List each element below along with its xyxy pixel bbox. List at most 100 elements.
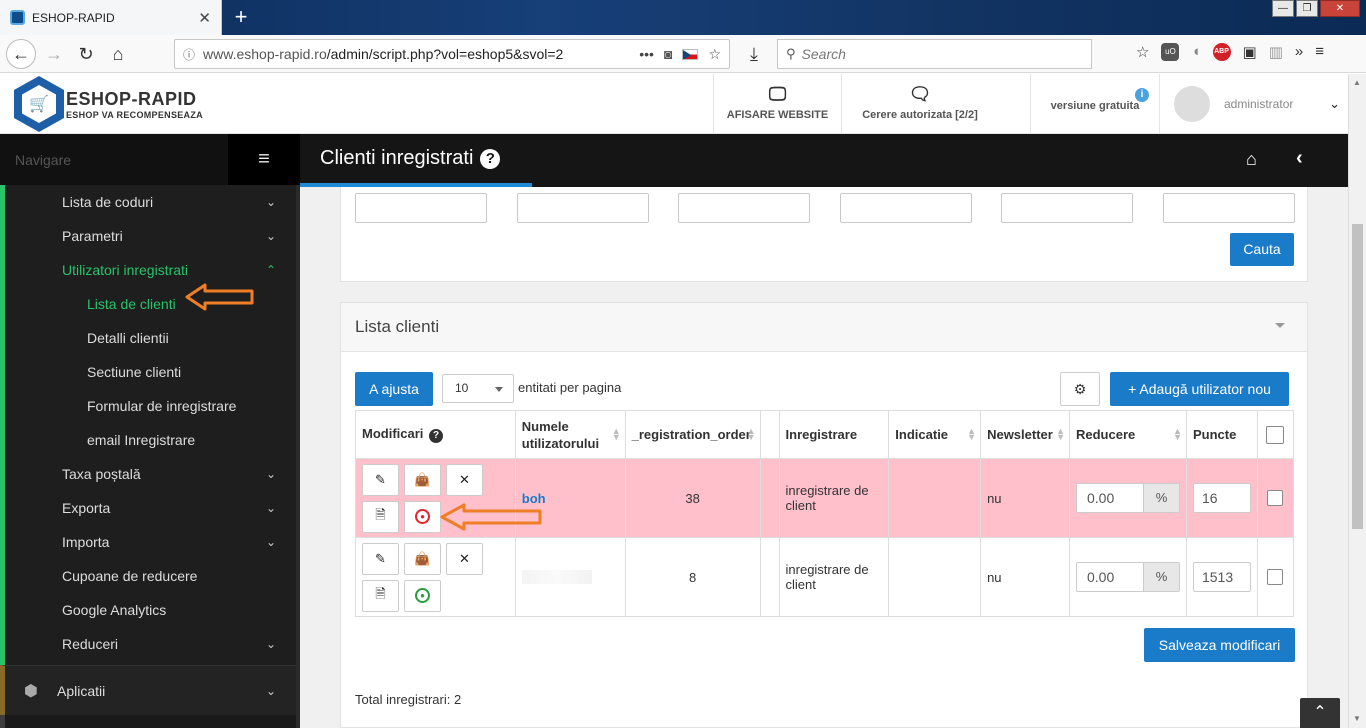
sidebar-item-label: Aplicatii — [57, 682, 106, 699]
filter-input[interactable] — [355, 193, 487, 223]
minimize-window-button[interactable]: — — [1272, 0, 1294, 17]
help-icon[interactable]: ? — [429, 428, 444, 443]
filter-input[interactable] — [840, 193, 972, 223]
shopping-bag-icon[interactable]: 👜 — [404, 463, 441, 496]
menu-icon[interactable]: ≡ — [1315, 43, 1324, 61]
forward-button[interactable]: → — [40, 41, 68, 67]
help-icon[interactable]: ? — [480, 148, 501, 169]
bookmark-star-icon[interactable]: ☆ — [708, 46, 721, 63]
chevron-down-icon — [495, 387, 503, 392]
address-bar[interactable]: ⓘ www.eshop-rapid.ro/admin/script.php?vo… — [174, 39, 730, 69]
bookmarks-star-icon[interactable]: ☆ — [1136, 43, 1149, 61]
sidebar-item-discounts[interactable]: Reduceri ⌄ — [5, 627, 296, 661]
add-user-button[interactable]: + Adaugă utilizator nou — [1110, 372, 1289, 406]
sidebar-subitem-registration-email[interactable]: email Inregistrare — [5, 423, 296, 457]
user-status-icon[interactable]: ● — [404, 500, 441, 533]
scroll-to-top-button[interactable]: ⌃ — [1300, 698, 1340, 728]
column-header[interactable]: Inregistrare — [778, 410, 890, 459]
cubes-icon: ⬢ — [24, 682, 38, 700]
sidebar-subitem-registration-form[interactable]: Formular de inregistrare — [5, 389, 296, 423]
page-title: Clienti inregistrati — [320, 147, 474, 169]
filter-input[interactable] — [678, 193, 810, 223]
document-icon[interactable]: 🗎 — [362, 500, 399, 533]
close-tab-icon[interactable]: ✕ — [198, 9, 211, 27]
reload-button[interactable]: ↻ — [72, 41, 100, 67]
column-header[interactable] — [759, 410, 780, 459]
filter-input[interactable] — [1163, 193, 1295, 223]
scroll-down-icon[interactable]: ▼ — [1353, 714, 1361, 723]
sidebar-item-google-analytics[interactable]: Google Analytics — [5, 593, 296, 627]
search-input[interactable]: ⚲ Search — [777, 39, 1092, 69]
edit-pencil-icon[interactable]: ✎ — [362, 463, 399, 496]
collapse-caret-icon[interactable] — [1275, 323, 1285, 328]
home-icon[interactable]: ⌂ — [1246, 149, 1257, 170]
downloads-icon[interactable]: ⤓ — [740, 41, 768, 67]
row-checkbox[interactable] — [1267, 569, 1284, 585]
search-button[interactable]: Cauta — [1230, 233, 1294, 266]
browser-tab[interactable]: ESHOP-RAPID ✕ — [0, 0, 222, 35]
edit-pencil-icon[interactable]: ✎ — [362, 542, 399, 575]
column-header[interactable]: Numele utilizatorului ▲ ▼ — [514, 410, 626, 459]
sidebar-item-applications[interactable]: ⬢ Aplicatii ⌄ — [0, 665, 296, 715]
delete-x-icon[interactable]: ✕ — [446, 463, 483, 496]
sidebar-item-export[interactable]: Exporta ⌄ — [5, 491, 296, 525]
scroll-up-icon[interactable]: ▲ — [1353, 78, 1361, 87]
sidebar-item-postal-fee[interactable]: Taxa poștală ⌄ — [5, 457, 296, 491]
column-header[interactable]: Modificari ? — [355, 410, 516, 459]
settings-gears-icon[interactable]: ⚙ — [1060, 372, 1100, 406]
library-icon[interactable]: ▥ — [1269, 43, 1283, 61]
sidebar-item-codes[interactable]: Lista de coduri ⌄ — [5, 185, 296, 219]
language-flag-icon[interactable] — [682, 48, 699, 60]
document-icon[interactable]: 🗎 — [362, 579, 399, 612]
logo[interactable]: 🛒 ESHOP-RAPID ESHOP VA RECOMPENSEAZA — [14, 76, 203, 132]
column-header[interactable]: Reducere ▲ ▼ — [1068, 410, 1187, 459]
page-scrollbar[interactable]: ▲ ▼ — [1348, 74, 1366, 728]
home-button[interactable]: ⌂ — [104, 41, 132, 67]
pocket-icon[interactable]: ◙ — [664, 46, 672, 62]
ublock-icon[interactable]: uO — [1161, 43, 1180, 61]
user-menu[interactable]: administrator ⌄ — [1159, 74, 1366, 133]
view-website-button[interactable]: 🖵 AFISARE WEBSITE — [713, 74, 841, 133]
per-page-select[interactable]: 10 — [442, 374, 514, 403]
scrollbar-thumb[interactable] — [1352, 224, 1363, 529]
points-input[interactable]: 1513 — [1192, 562, 1251, 592]
page-actions-icon[interactable]: ••• — [639, 46, 654, 62]
sidebar-subitem-client-details[interactable]: Detalli clientii — [5, 321, 296, 355]
discount-input[interactable]: 0.00% — [1075, 483, 1180, 513]
discount-input[interactable]: 0.00% — [1075, 562, 1180, 592]
version-badge[interactable]: i versiune gratuita — [1030, 74, 1159, 133]
username-cell[interactable] — [514, 537, 626, 617]
user-status-icon[interactable]: ● — [404, 579, 441, 612]
overflow-icon[interactable]: » — [1295, 43, 1303, 61]
adjust-button[interactable]: A ajusta — [355, 372, 433, 406]
indication-cell — [888, 458, 982, 538]
column-header[interactable]: Newsletter ▲ ▼ — [980, 410, 1070, 459]
shopping-bag-icon[interactable]: 👜 — [404, 542, 441, 575]
column-header[interactable]: Puncte — [1185, 410, 1258, 459]
save-changes-button[interactable]: Salveaza modificari — [1144, 628, 1295, 662]
requests-button[interactable]: 🗨 Cerere autorizata [2/2] — [841, 74, 998, 133]
delete-x-icon[interactable]: ✕ — [446, 542, 483, 575]
sidebar-item-import[interactable]: Importa ⌄ — [5, 525, 296, 559]
row-checkbox[interactable] — [1267, 490, 1284, 506]
column-header[interactable]: _registration_order ▲ ▼ — [624, 410, 761, 459]
filter-input[interactable] — [517, 193, 649, 223]
back-chevron-icon[interactable]: ‹ — [1296, 147, 1303, 170]
sidebar-icon[interactable]: ▣ — [1243, 43, 1257, 61]
column-header[interactable]: Indicatie ▲ ▼ — [888, 410, 982, 459]
hamburger-menu-icon[interactable]: ≡ — [228, 134, 300, 185]
sidebar-item-coupons[interactable]: Cupoane de reducere — [5, 559, 296, 593]
select-all-header — [1256, 410, 1295, 459]
sidebar-subitem-client-section[interactable]: Sectiune clienti — [5, 355, 296, 389]
filter-input[interactable] — [1001, 193, 1133, 223]
close-window-button[interactable]: ✕ — [1320, 0, 1360, 17]
select-all-checkbox[interactable] — [1266, 425, 1285, 444]
shield-icon[interactable]: ◖ — [1191, 43, 1200, 61]
new-tab-button[interactable]: + — [228, 3, 254, 31]
points-input[interactable]: 16 — [1192, 483, 1251, 513]
sidebar-item-parameters[interactable]: Parametri ⌄ — [5, 219, 296, 253]
adblock-icon[interactable]: ABP — [1212, 43, 1231, 61]
maximize-window-button[interactable]: ❐ — [1296, 0, 1318, 17]
back-button[interactable]: ← — [6, 39, 36, 69]
site-info-icon[interactable]: ⓘ — [183, 46, 195, 63]
